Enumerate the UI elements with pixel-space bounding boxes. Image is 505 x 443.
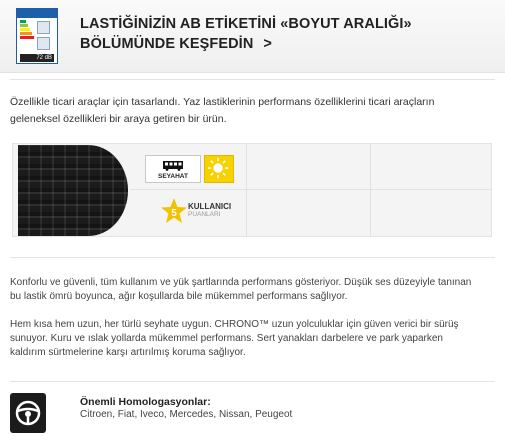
eu-label-title-line1: LASTİĞİNİZİN AB ETİKETİNİ «BOYUT ARALIĞI… <box>80 16 412 32</box>
chevron-right-icon: > <box>263 36 272 52</box>
season-badge <box>204 155 234 183</box>
intro-text: Özellikle ticari araçlar için tasarlandı… <box>10 96 435 125</box>
eu-label-banner[interactable]: 72 dB LASTİĞİNİZİN AB ETİKETİNİ «BOYUT A… <box>0 0 505 73</box>
divider <box>10 381 495 382</box>
bus-icon <box>163 161 183 171</box>
eu-label-title-line2: BÖLÜMÜNDE KEŞFEDİN <box>80 36 254 52</box>
homologations-list: Citroen, Fiat, Iveco, Mercedes, Nissan, … <box>80 409 293 420</box>
divider <box>10 257 495 258</box>
tyre-image <box>18 145 128 236</box>
sun-icon <box>207 157 229 179</box>
divider <box>10 79 495 80</box>
description-paragraph-2: Hem kısa hem uzun, her türlü seyhate uyg… <box>10 319 459 358</box>
usage-label: SEYAHAT <box>158 173 188 180</box>
rating-title: KULLANICI <box>188 202 232 211</box>
rating-subtitle: PUANLARI <box>188 211 221 218</box>
homologations-title: Önemli Homologasyonlar: <box>80 396 211 408</box>
steering-wheel-icon <box>10 393 46 433</box>
rating-value: 5 <box>171 208 177 219</box>
user-rating[interactable]: 5 KULLANICI PUANLARI <box>160 197 260 227</box>
usage-badge: SEYAHAT <box>145 155 201 183</box>
star-icon: 5 <box>161 198 187 223</box>
eu-label-link[interactable]: LASTİĞİNİZİN AB ETİKETİNİ «BOYUT ARALIĞI… <box>80 14 470 54</box>
eu-tyre-label-icon: 72 dB <box>16 8 58 64</box>
description-paragraph-1: Konforlu ve güvenli, tüm kullanım ve yük… <box>10 277 472 302</box>
